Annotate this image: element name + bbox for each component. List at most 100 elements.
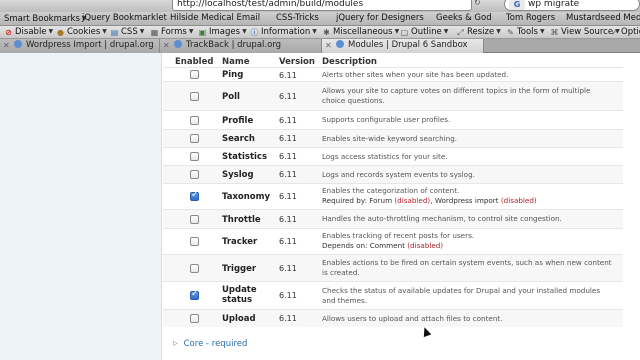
dev-css-menu[interactable]: ▤ CSS ▼: [110, 26, 145, 38]
table-row: Trigger 6.11 Enables actions to be fired…: [163, 254, 623, 281]
module-version: 6.11: [279, 192, 297, 201]
module-version: 6.11: [279, 71, 297, 80]
dev-images-menu[interactable]: ▣ Images ▼: [198, 26, 247, 38]
enable-checkbox-syslog[interactable]: [190, 170, 199, 179]
table-row: Syslog 6.11 Logs and records system even…: [163, 165, 623, 183]
search-input[interactable]: Gwp migrate: [504, 0, 640, 11]
module-name: Ping: [222, 70, 244, 80]
address-bar[interactable]: http://localhost/test/admin/build/module…: [172, 0, 472, 11]
dev-outline-menu[interactable]: ▢ Outline ▼: [400, 26, 449, 38]
module-description: Enables actions to be fired on certain s…: [322, 258, 612, 277]
outline-icon: ▢: [400, 28, 409, 37]
dev-miscellaneous-menu[interactable]: ✱ Miscellaneous ▼: [322, 26, 399, 38]
table-row: Poll 6.11 Allows your site to capture vo…: [163, 81, 623, 110]
chevron-down-icon: ▼: [102, 28, 107, 35]
no-icon: ⊘: [5, 28, 12, 37]
chevron-down-icon: ▼: [188, 28, 194, 35]
dev-tools-menu[interactable]: ✎ Tools ▼: [506, 26, 545, 38]
module-version: 6.11: [279, 264, 297, 273]
google-icon: G: [509, 0, 525, 10]
chevron-down-icon: ▼: [312, 28, 317, 35]
enable-checkbox-ping[interactable]: [190, 70, 199, 79]
bookmark-tom-rogers[interactable]: Tom Rogers: [506, 12, 555, 25]
module-name: Update status: [222, 285, 257, 305]
close-tab-icon[interactable]: ✕: [163, 39, 170, 52]
enable-checkbox-tracker[interactable]: [190, 237, 199, 246]
chevron-down-icon: ▼: [394, 28, 400, 35]
table-row: Upload 6.11 Allows users to upload and a…: [163, 309, 623, 327]
module-version: 6.11: [279, 134, 297, 143]
module-name: Taxonomy: [222, 192, 271, 202]
drupal-favicon-icon: [174, 40, 182, 48]
triangle-right-icon: ▷: [173, 340, 178, 347]
tools-icon: ✎: [507, 28, 514, 37]
module-description: Enables tracking of recent posts for use…: [322, 231, 614, 251]
tab-wordpress-import[interactable]: ✕ Wordpress Import | drupal.org: [0, 39, 160, 53]
info-icon: ⓘ: [250, 28, 259, 37]
header-enabled: Enabled: [175, 57, 214, 67]
tab-trackback[interactable]: ✕ TrackBack | drupal.org: [160, 39, 322, 53]
enable-checkbox-taxonomy[interactable]: [190, 190, 199, 201]
module-name: Statistics: [222, 152, 268, 162]
bookmark-css-tricks[interactable]: CSS-Tricks: [276, 12, 319, 25]
address-toolbar: http://localhost/test/admin/build/module…: [0, 0, 640, 12]
tab-bar: ✕ Wordpress Import | drupal.org ✕ TrackBac…: [0, 39, 640, 53]
enable-checkbox-upload[interactable]: [190, 314, 199, 323]
dev-cookies-menu[interactable]: ● Cookies ▼: [56, 26, 107, 38]
forms-icon: ▦: [150, 28, 159, 37]
module-description: Enables site-wide keyword searching.: [322, 134, 458, 143]
bookmark-mustardseed-media[interactable]: Mustardseed Media I...: [566, 12, 640, 25]
header-name: Name: [222, 57, 250, 67]
enable-checkbox-update-status[interactable]: [190, 289, 199, 300]
chevron-down-icon: ▼: [48, 28, 54, 35]
module-description: Logs and records system events to syslog…: [322, 170, 475, 179]
dev-options-menu[interactable]: ✓Optio: [610, 26, 640, 38]
dev-information-menu[interactable]: ⓘ Information ▼: [250, 26, 317, 38]
enable-checkbox-poll[interactable]: [190, 92, 199, 101]
css-icon: ▤: [110, 28, 119, 37]
bookmark-geeks-and-god[interactable]: Geeks & God: [436, 12, 492, 25]
header-version: Version: [279, 57, 315, 67]
bookmark-smart-bookmarks[interactable]: Smart Bookmarks ▼: [4, 12, 87, 25]
module-name: Poll: [222, 92, 240, 102]
chevron-down-icon: ▼: [443, 28, 449, 35]
depends-on: Depends on: Comment (disabled): [322, 241, 444, 250]
bookmark-jquery-for-designers[interactable]: jQuery for Designers: [336, 12, 424, 25]
close-tab-icon[interactable]: ✕: [3, 39, 10, 52]
bookmark-jquery-bookmarklet[interactable]: jQuery Bookmarklet: [82, 12, 167, 25]
module-name: Tracker: [222, 237, 258, 247]
enable-checkbox-profile[interactable]: [190, 116, 199, 125]
core-required-fieldset[interactable]: ▷ Core - required: [173, 339, 247, 349]
dev-disable-menu[interactable]: ⊘ Disable ▼: [4, 26, 53, 38]
dev-resize-menu[interactable]: ⤢ Resize ▼: [456, 26, 501, 38]
images-icon: ▣: [198, 28, 207, 37]
reload-icon[interactable]: ↻: [474, 0, 488, 10]
close-tab-icon[interactable]: ✕: [325, 39, 332, 52]
enable-checkbox-trigger[interactable]: [190, 264, 199, 273]
module-version: 6.11: [279, 237, 297, 246]
enable-checkbox-throttle[interactable]: [190, 215, 199, 224]
search-query: wp migrate: [528, 0, 580, 9]
resize-icon: ⤢: [457, 28, 464, 37]
module-name: Profile: [222, 116, 254, 126]
module-version: 6.11: [279, 92, 297, 101]
chevron-down-icon: ▼: [139, 28, 145, 35]
table-row: Taxonomy 6.11 Enables the categorization…: [163, 183, 623, 209]
module-description: Supports configurable user profiles.: [322, 115, 451, 124]
enable-checkbox-search[interactable]: [190, 134, 199, 143]
module-name: Upload: [222, 314, 256, 324]
enable-checkbox-statistics[interactable]: [190, 152, 199, 161]
module-version: 6.11: [279, 116, 297, 125]
modules-table: Enabled Name Version Description Ping 6.…: [163, 53, 640, 343]
chevron-down-icon: ▼: [539, 28, 545, 35]
tab-modules[interactable]: ✕ Modules | Drupal 6 Sandbox: [322, 39, 484, 53]
bookmark-hilside-medical[interactable]: Hilside Medical Email: [170, 12, 260, 25]
cookie-icon: ●: [57, 28, 64, 37]
table-row: Profile 6.11 Supports configurable user …: [163, 110, 623, 129]
table-row: Throttle 6.11 Handles the auto-throttlin…: [163, 209, 623, 228]
misc-icon: ✱: [323, 28, 330, 37]
bookmarks-bar: Smart Bookmarks ▼ jQuery Bookmarklet Hils…: [0, 12, 640, 26]
dev-forms-menu[interactable]: ▦ Forms ▼: [150, 26, 194, 38]
module-description: Allows your site to capture votes on dif…: [322, 86, 591, 105]
module-description: Handles the auto-throttling mechanism, t…: [322, 214, 562, 223]
